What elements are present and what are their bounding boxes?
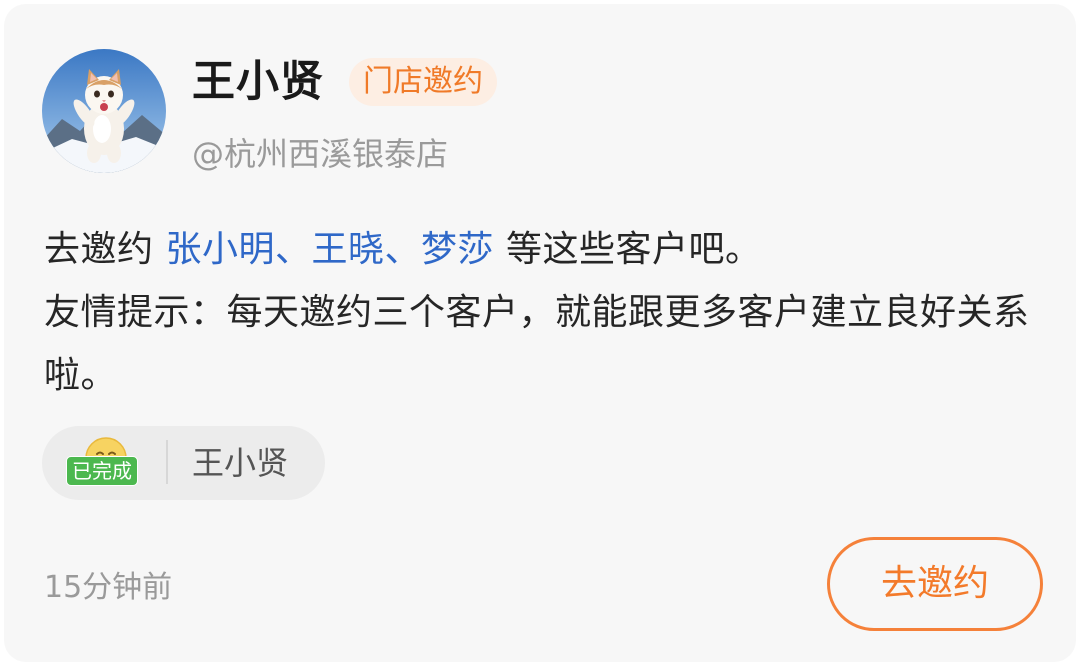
store-invite-tag: 门店邀约 bbox=[349, 58, 497, 106]
customer-separator: 、 bbox=[274, 229, 312, 270]
username[interactable]: 王小贤 bbox=[192, 52, 324, 112]
customer-link[interactable]: 张小明 bbox=[165, 229, 275, 270]
status-divider bbox=[166, 440, 168, 484]
user-avatar[interactable] bbox=[42, 49, 166, 173]
completion-status[interactable]: 已完成 王小贤 bbox=[42, 426, 325, 500]
completed-badge: 已完成 bbox=[66, 456, 138, 486]
invite-card: 王小贤 门店邀约 @杭州西溪银泰店 去邀约 张小明、王晓、梦莎 等这些客户吧。友… bbox=[4, 4, 1076, 662]
customer-link[interactable]: 王晓 bbox=[311, 229, 384, 270]
invite-button[interactable]: 去邀约 bbox=[827, 537, 1043, 631]
cat-avatar-icon bbox=[42, 49, 166, 173]
message-prefix: 去邀约 bbox=[44, 229, 166, 270]
store-handle: @杭州西溪银泰店 bbox=[192, 135, 449, 173]
invite-message: 去邀约 张小明、王晓、梦莎 等这些客户吧。 友情提示：每天邀约三个客户，就能跟更多… bbox=[44, 218, 1044, 407]
friendly-tip: 友情提示：每天邀约三个客户，就能跟更多客户建立良好关系啦。 bbox=[44, 292, 1030, 396]
customer-separator: 、 bbox=[384, 229, 422, 270]
customer-link[interactable]: 梦莎 bbox=[421, 229, 494, 270]
status-user-name: 王小贤 bbox=[192, 444, 289, 482]
message-suffix: 等这些客户吧。 bbox=[494, 229, 762, 270]
post-timestamp: 15分钟前 bbox=[44, 570, 173, 605]
